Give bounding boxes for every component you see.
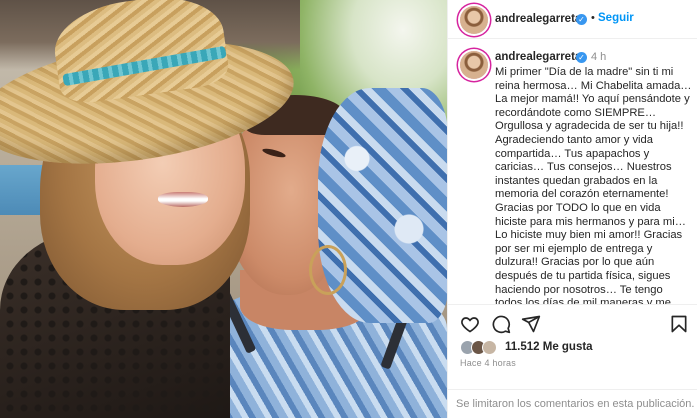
post-header: andrealegarreta ✓ • Seguir bbox=[448, 0, 697, 39]
heart-icon[interactable] bbox=[460, 314, 480, 334]
header-separator: • bbox=[591, 12, 595, 24]
post-side-panel: andrealegarreta ✓ • Seguir andrealegarre… bbox=[447, 0, 697, 418]
photo-earring bbox=[309, 245, 347, 295]
comments-disabled-notice: Se limitaron los comentarios en esta pub… bbox=[448, 389, 697, 418]
share-icon[interactable] bbox=[521, 314, 541, 334]
likes-count[interactable]: 11.512 Me gusta bbox=[505, 341, 593, 353]
verified-badge-icon: ✓ bbox=[576, 14, 587, 25]
photo-smile bbox=[158, 192, 208, 207]
caption-text: Mi primer "Día de la madre" sin ti mi re… bbox=[495, 66, 692, 304]
post-actions: 11.512 Me gusta Hace 4 horas Se limitaro… bbox=[448, 304, 697, 418]
liker-avatars[interactable] bbox=[460, 340, 502, 356]
caption-username[interactable]: andrealegarreta bbox=[495, 51, 581, 63]
bookmark-icon[interactable] bbox=[669, 314, 689, 334]
post-photo[interactable] bbox=[0, 0, 447, 418]
verified-badge-icon: ✓ bbox=[576, 52, 587, 63]
avatar[interactable] bbox=[460, 6, 488, 34]
comment-icon[interactable] bbox=[491, 314, 511, 334]
post-caption: andrealegarreta ✓ 4 h Mi primer "Día de … bbox=[448, 40, 697, 304]
header-username[interactable]: andrealegarreta bbox=[495, 13, 581, 25]
caption-time[interactable]: 4 h bbox=[591, 51, 606, 63]
post-timestamp[interactable]: Hace 4 horas bbox=[460, 358, 516, 368]
caption-avatar[interactable] bbox=[460, 51, 488, 79]
follow-button[interactable]: Seguir bbox=[598, 12, 634, 24]
avatar bbox=[482, 340, 497, 355]
